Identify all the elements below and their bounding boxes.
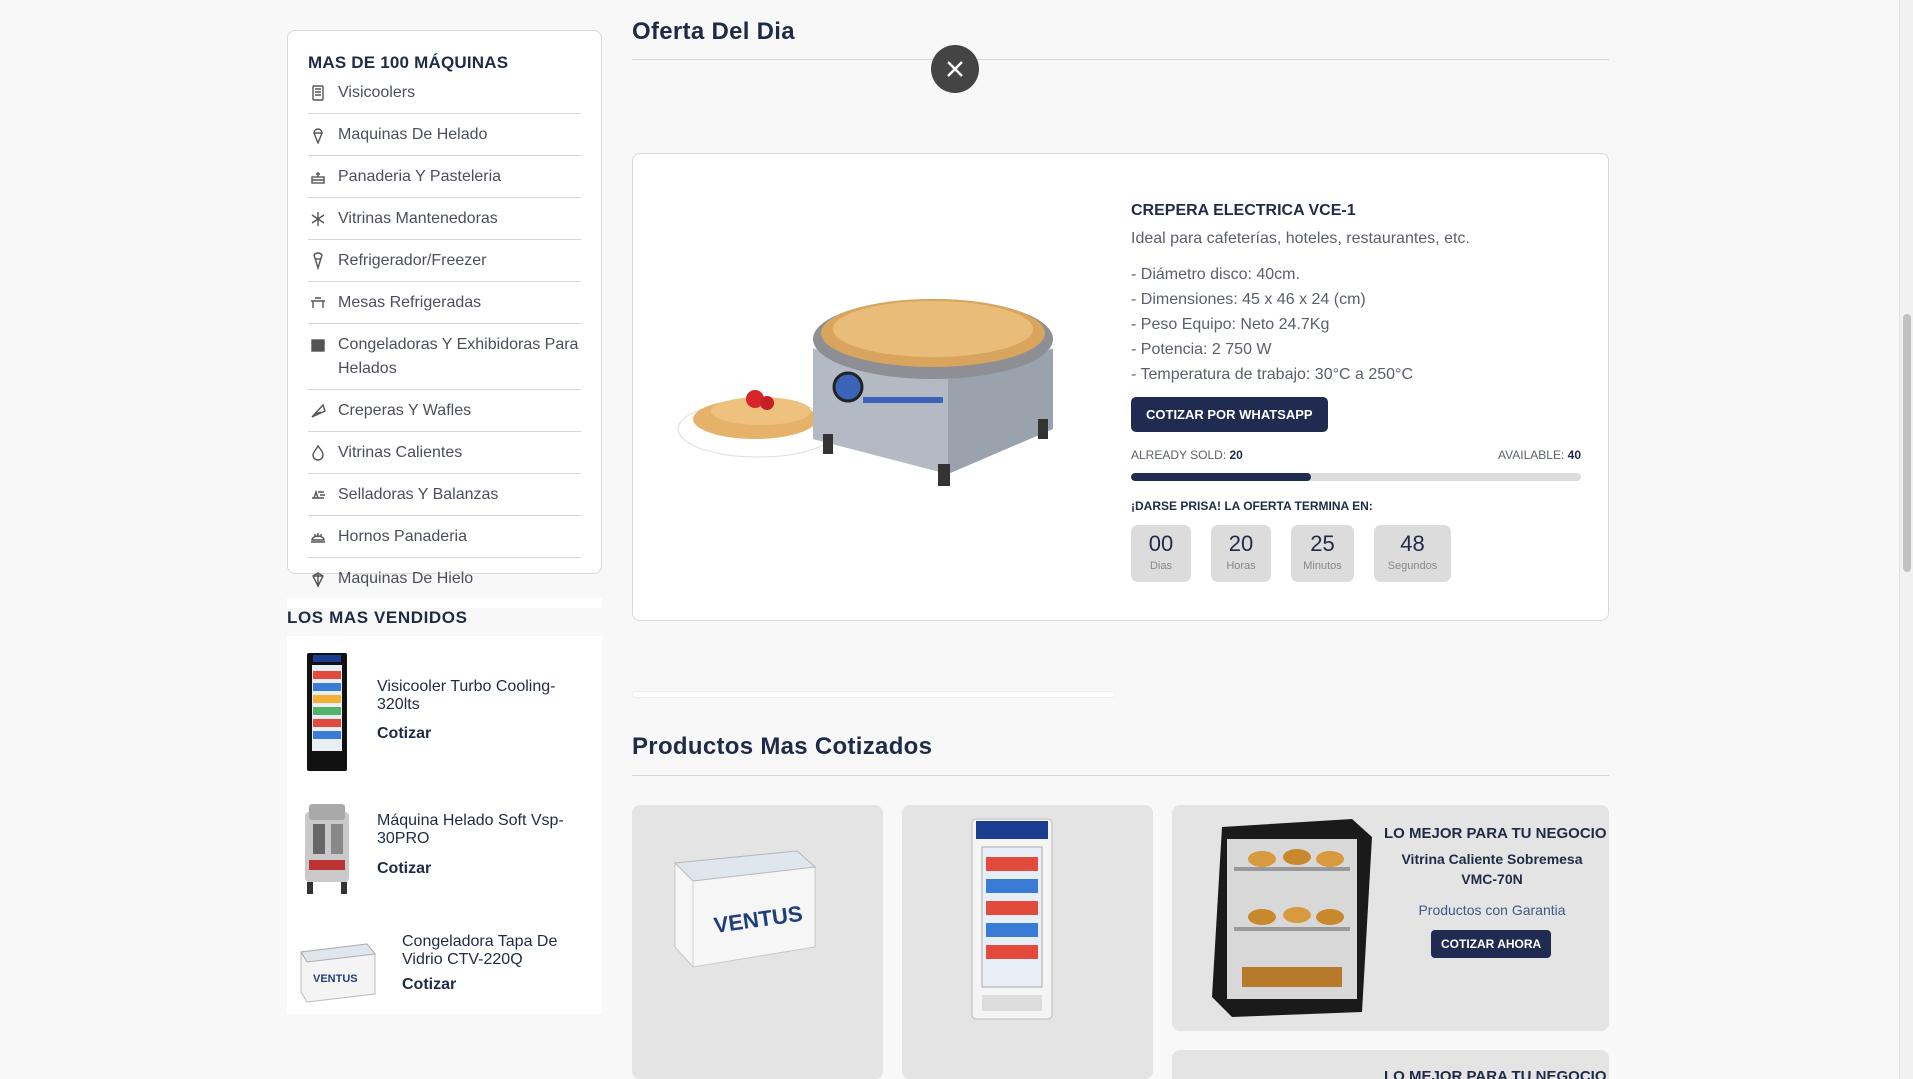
cotizar-link[interactable]: Cotizar: [377, 725, 431, 743]
promo-title: LO MEJOR PARA TU NEGOCIO: [1384, 825, 1607, 842]
cotizar-link[interactable]: Cotizar: [377, 860, 431, 878]
category-label: Maquinas De Helado: [338, 126, 488, 143]
promo-card[interactable]: LO MEJOR PARA TU NEGOCIO: [1172, 1050, 1609, 1079]
category-label: Selladoras Y Balanzas: [338, 486, 499, 503]
freezer-icon: [308, 250, 328, 272]
spec-line: - Diámetro disco: 40cm.: [1131, 266, 1300, 283]
table-icon: [308, 292, 328, 314]
visicooler-image: [971, 818, 1053, 1020]
svg-text:VENTUS: VENTUS: [313, 973, 358, 985]
hot-display-case-image: [1212, 819, 1372, 1017]
category-label: Mesas Refrigeradas: [338, 294, 482, 311]
categories-list: Visicoolers Maquinas De Helado Panaderia Y…: [308, 81, 581, 600]
best-seller-name[interactable]: Máquina Helado Soft Vsp-30PRO: [377, 812, 587, 848]
sold-progress-fill: [1131, 473, 1311, 481]
divider: [632, 775, 1609, 776]
cake-icon: [308, 166, 328, 188]
product-card[interactable]: [902, 805, 1153, 1079]
spec-line: - Temperatura de trabajo: 30°C a 250°C: [1131, 366, 1413, 383]
categories-title: MAS DE 100 MÁQUINAS: [308, 53, 509, 72]
visicooler-thumbnail: [307, 653, 347, 771]
offer-subtitle: Ideal para cafeterías, hoteles, restaura…: [1131, 230, 1470, 247]
offer-ends-label: ¡DARSE PRISA! LA OFERTA TERMINA EN:: [1131, 499, 1373, 513]
category-item[interactable]: Selladoras Y Balanzas: [308, 474, 581, 516]
ice-icon: [308, 568, 328, 590]
timer-seconds: 48 Segundos: [1374, 525, 1451, 582]
category-label: Congeladoras Y Exhibidoras Para Helados: [338, 336, 579, 377]
product-card[interactable]: VENTUS: [632, 805, 883, 1079]
close-button[interactable]: [931, 45, 979, 93]
scale-icon: [308, 484, 328, 506]
timer-days: 00 Dias: [1131, 525, 1191, 582]
category-label: Vitrinas Mantenedoras: [338, 210, 498, 227]
cotizar-ahora-button[interactable]: COTIZAR AHORA: [1431, 930, 1552, 958]
category-item[interactable]: Vitrinas Calientes: [308, 432, 581, 474]
category-label: Visicoolers: [338, 84, 416, 101]
category-item[interactable]: Visicoolers: [308, 81, 581, 114]
spec-line: - Peso Equipo: Neto 24.7Kg: [1131, 316, 1330, 333]
category-label: Maquinas De Hielo: [338, 570, 474, 587]
category-item[interactable]: Refrigerador/Freezer: [308, 240, 581, 282]
promo-product-name: Vitrina Caliente Sobremesa VMC-70N: [1401, 851, 1583, 887]
cotizar-link[interactable]: Cotizar: [402, 976, 456, 994]
chest-freezer-image: VENTUS: [673, 850, 817, 968]
crepe-maker-image: [677, 299, 1053, 486]
category-item[interactable]: Hornos Panaderia: [308, 516, 581, 558]
category-label: Vitrinas Calientes: [338, 444, 463, 461]
offer-section-title: Oferta Del Dia: [632, 18, 795, 45]
best-sellers-title: LOS MAS VENDIDOS: [287, 608, 602, 636]
offer-specs: - Diámetro disco: 40cm. - Dimensiones: 4…: [1131, 262, 1581, 387]
promo-title: LO MEJOR PARA TU NEGOCIO: [1384, 1068, 1607, 1079]
category-item[interactable]: Maquinas De Hielo: [308, 558, 581, 600]
category-label: Panaderia Y Pasteleria: [338, 168, 502, 185]
offer-product-name: CREPERA ELECTRICA VCE-1: [1131, 202, 1356, 219]
promo-card[interactable]: LO MEJOR PARA TU NEGOCIO Vitrina Calient…: [1172, 805, 1609, 1031]
category-item[interactable]: Congeladoras Y Exhibidoras Para Helados: [308, 324, 581, 390]
visicooler-icon: [308, 82, 328, 104]
snowflake-icon: [308, 208, 328, 230]
category-label: Refrigerador/Freezer: [338, 252, 487, 269]
offer-card: CREPERA ELECTRICA VCE-1 Ideal para cafet…: [632, 153, 1609, 621]
best-seller-item[interactable]: Máquina Helado Soft Vsp-30PRO Cotizar: [287, 798, 602, 908]
close-icon: [947, 61, 963, 77]
page-scrollbar[interactable]: [1899, 0, 1913, 1079]
categories-panel: MAS DE 100 MÁQUINAS Visicoolers Maquinas …: [287, 30, 602, 600]
sold-count: ALREADY SOLD: 20: [1131, 448, 1243, 462]
best-sellers-panel: LOS MAS VENDIDOS Visicooler Turbo Coolin…: [287, 598, 602, 1014]
chest-freezer-icon: [308, 334, 328, 356]
countdown-timer: 00 Dias 20 Horas 25 Minutos 48 Segundos: [1131, 525, 1581, 582]
category-label: Creperas Y Wafles: [338, 402, 472, 419]
spec-line: - Potencia: 2 750 W: [1131, 341, 1272, 358]
warranty-note: Productos con Garantia: [1418, 902, 1566, 918]
category-label: Hornos Panaderia: [338, 528, 467, 545]
category-item[interactable]: Vitrinas Mantenedoras: [308, 198, 581, 240]
timer-minutes: 25 Minutos: [1291, 525, 1354, 582]
chest-freezer-thumbnail: VENTUS: [300, 943, 376, 1003]
soft-ice-cream-machine-thumbnail: [305, 804, 349, 894]
whatsapp-quote-button[interactable]: COTIZAR POR WHATSAPP: [1131, 397, 1328, 432]
best-seller-name[interactable]: Congeladora Tapa De Vidrio CTV-220Q: [402, 933, 592, 969]
oven-icon: [308, 526, 328, 548]
available-count: AVAILABLE: 40: [1498, 448, 1581, 462]
category-item[interactable]: Mesas Refrigeradas: [308, 282, 581, 324]
ice-cream-icon: [308, 124, 328, 146]
best-seller-name[interactable]: Visicooler Turbo Cooling-320lts: [377, 678, 587, 714]
products-section-title: Productos Mas Cotizados: [632, 733, 933, 760]
divider: [632, 59, 1609, 60]
flame-icon: [308, 442, 328, 464]
scrollbar-thumb[interactable]: [1903, 314, 1911, 572]
best-seller-item[interactable]: VENTUS Congeladora Tapa De Vidrio CTV-22…: [287, 918, 602, 1014]
best-seller-item[interactable]: Visicooler Turbo Cooling-320lts Cotizar: [287, 653, 602, 778]
category-item[interactable]: Creperas Y Wafles: [308, 390, 581, 432]
stock-row: ALREADY SOLD: 20 AVAILABLE: 40: [1131, 448, 1581, 464]
timer-hours: 20 Horas: [1211, 525, 1271, 582]
spec-line: - Dimensiones: 45 x 46 x 24 (cm): [1131, 291, 1366, 308]
carousel-scroll-indicator[interactable]: [632, 691, 1116, 698]
crepe-icon: [308, 400, 328, 422]
sold-progress-bar: [1131, 473, 1581, 481]
category-item[interactable]: Maquinas De Helado: [308, 114, 581, 156]
category-item[interactable]: Panaderia Y Pasteleria: [308, 156, 581, 198]
